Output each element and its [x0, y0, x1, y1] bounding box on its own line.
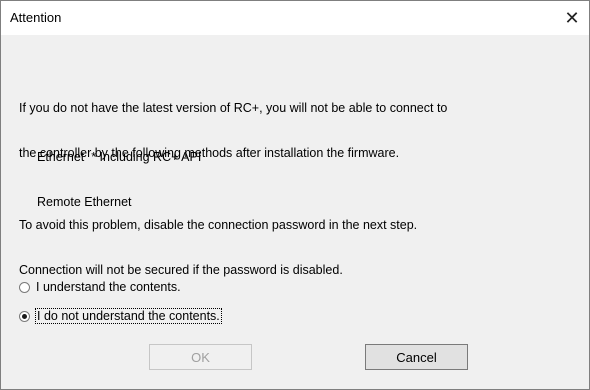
radio-button-checked[interactable] — [19, 310, 30, 322]
cancel-button[interactable]: Cancel — [365, 344, 468, 370]
radio-label-not-understand[interactable]: I do not understand the contents. — [35, 308, 222, 324]
title-bar: Attention ✕ — [1, 1, 589, 35]
radio-button-unchecked[interactable] — [19, 281, 30, 293]
message-line: If you do not have the latest version of… — [19, 101, 448, 115]
attention-dialog: Attention ✕ If you do not have the lates… — [0, 0, 590, 390]
dialog-title: Attention — [10, 10, 62, 25]
method-item-ethernet: Ethernet * Including RC+ API — [37, 150, 202, 164]
close-icon[interactable]: ✕ — [555, 1, 589, 35]
message-line: To avoid this problem, disable the conne… — [19, 218, 418, 232]
ok-button[interactable]: OK — [149, 344, 252, 370]
radio-understand[interactable]: I understand the contents. — [19, 279, 181, 295]
radio-label-understand[interactable]: I understand the contents. — [36, 280, 181, 294]
radio-not-understand[interactable]: I do not understand the contents. — [19, 308, 222, 324]
message-line: Connection will not be secured if the pa… — [19, 263, 343, 277]
